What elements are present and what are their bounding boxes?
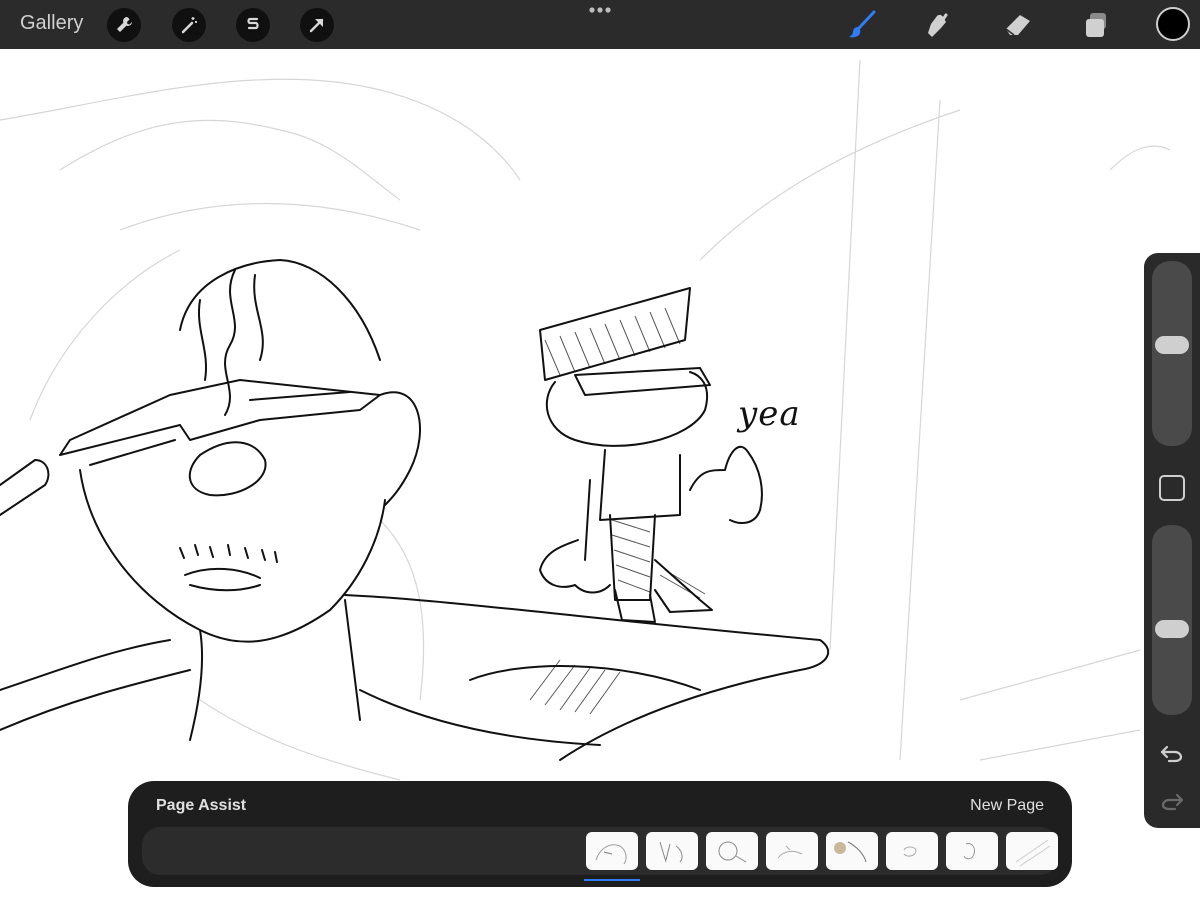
brush-size-thumb[interactable] <box>1155 336 1189 354</box>
transform-arrow-icon[interactable] <box>300 8 334 42</box>
page-assist-title: Page Assist <box>156 797 247 814</box>
page-thumbnail[interactable] <box>1006 832 1058 870</box>
redo-icon[interactable] <box>1158 789 1186 813</box>
sketch-artwork <box>0 59 1171 781</box>
selection-icon[interactable] <box>236 8 270 42</box>
sketch-annotation-text: yea <box>738 394 801 434</box>
eraser-icon[interactable] <box>998 6 1038 44</box>
color-picker-swatch[interactable] <box>1156 7 1190 41</box>
opacity-thumb[interactable] <box>1155 620 1189 638</box>
page-thumbnail[interactable] <box>946 832 998 870</box>
undo-icon[interactable] <box>1158 741 1186 765</box>
magic-wand-icon[interactable] <box>172 8 206 42</box>
brush-icon[interactable] <box>842 6 882 44</box>
brush-sidebar <box>1144 253 1200 828</box>
wrench-icon[interactable] <box>107 8 141 42</box>
brush-size-slider[interactable] <box>1152 261 1192 446</box>
more-options-icon[interactable] <box>587 3 613 17</box>
top-toolbar: Gallery <box>0 0 1200 49</box>
layers-icon[interactable] <box>1076 6 1116 44</box>
page-thumbnail[interactable] <box>586 832 638 870</box>
page-thumbnails <box>586 832 1058 870</box>
page-thumbnail[interactable] <box>886 832 938 870</box>
gallery-button[interactable]: Gallery <box>20 12 83 35</box>
drawing-canvas[interactable]: yea <box>0 49 1200 900</box>
opacity-slider[interactable] <box>1152 525 1192 715</box>
active-page-indicator <box>584 879 640 881</box>
page-thumbnail-strip[interactable] <box>142 827 1058 881</box>
page-thumbnail[interactable] <box>706 832 758 870</box>
new-page-button[interactable]: New Page <box>970 797 1044 815</box>
smudge-icon[interactable] <box>918 6 958 44</box>
page-thumbnail[interactable] <box>646 832 698 870</box>
modify-square-icon[interactable] <box>1159 475 1185 501</box>
page-assist-panel: Page Assist New Page <box>128 781 1072 887</box>
page-thumbnail[interactable] <box>826 832 878 870</box>
page-thumbnail[interactable] <box>766 832 818 870</box>
